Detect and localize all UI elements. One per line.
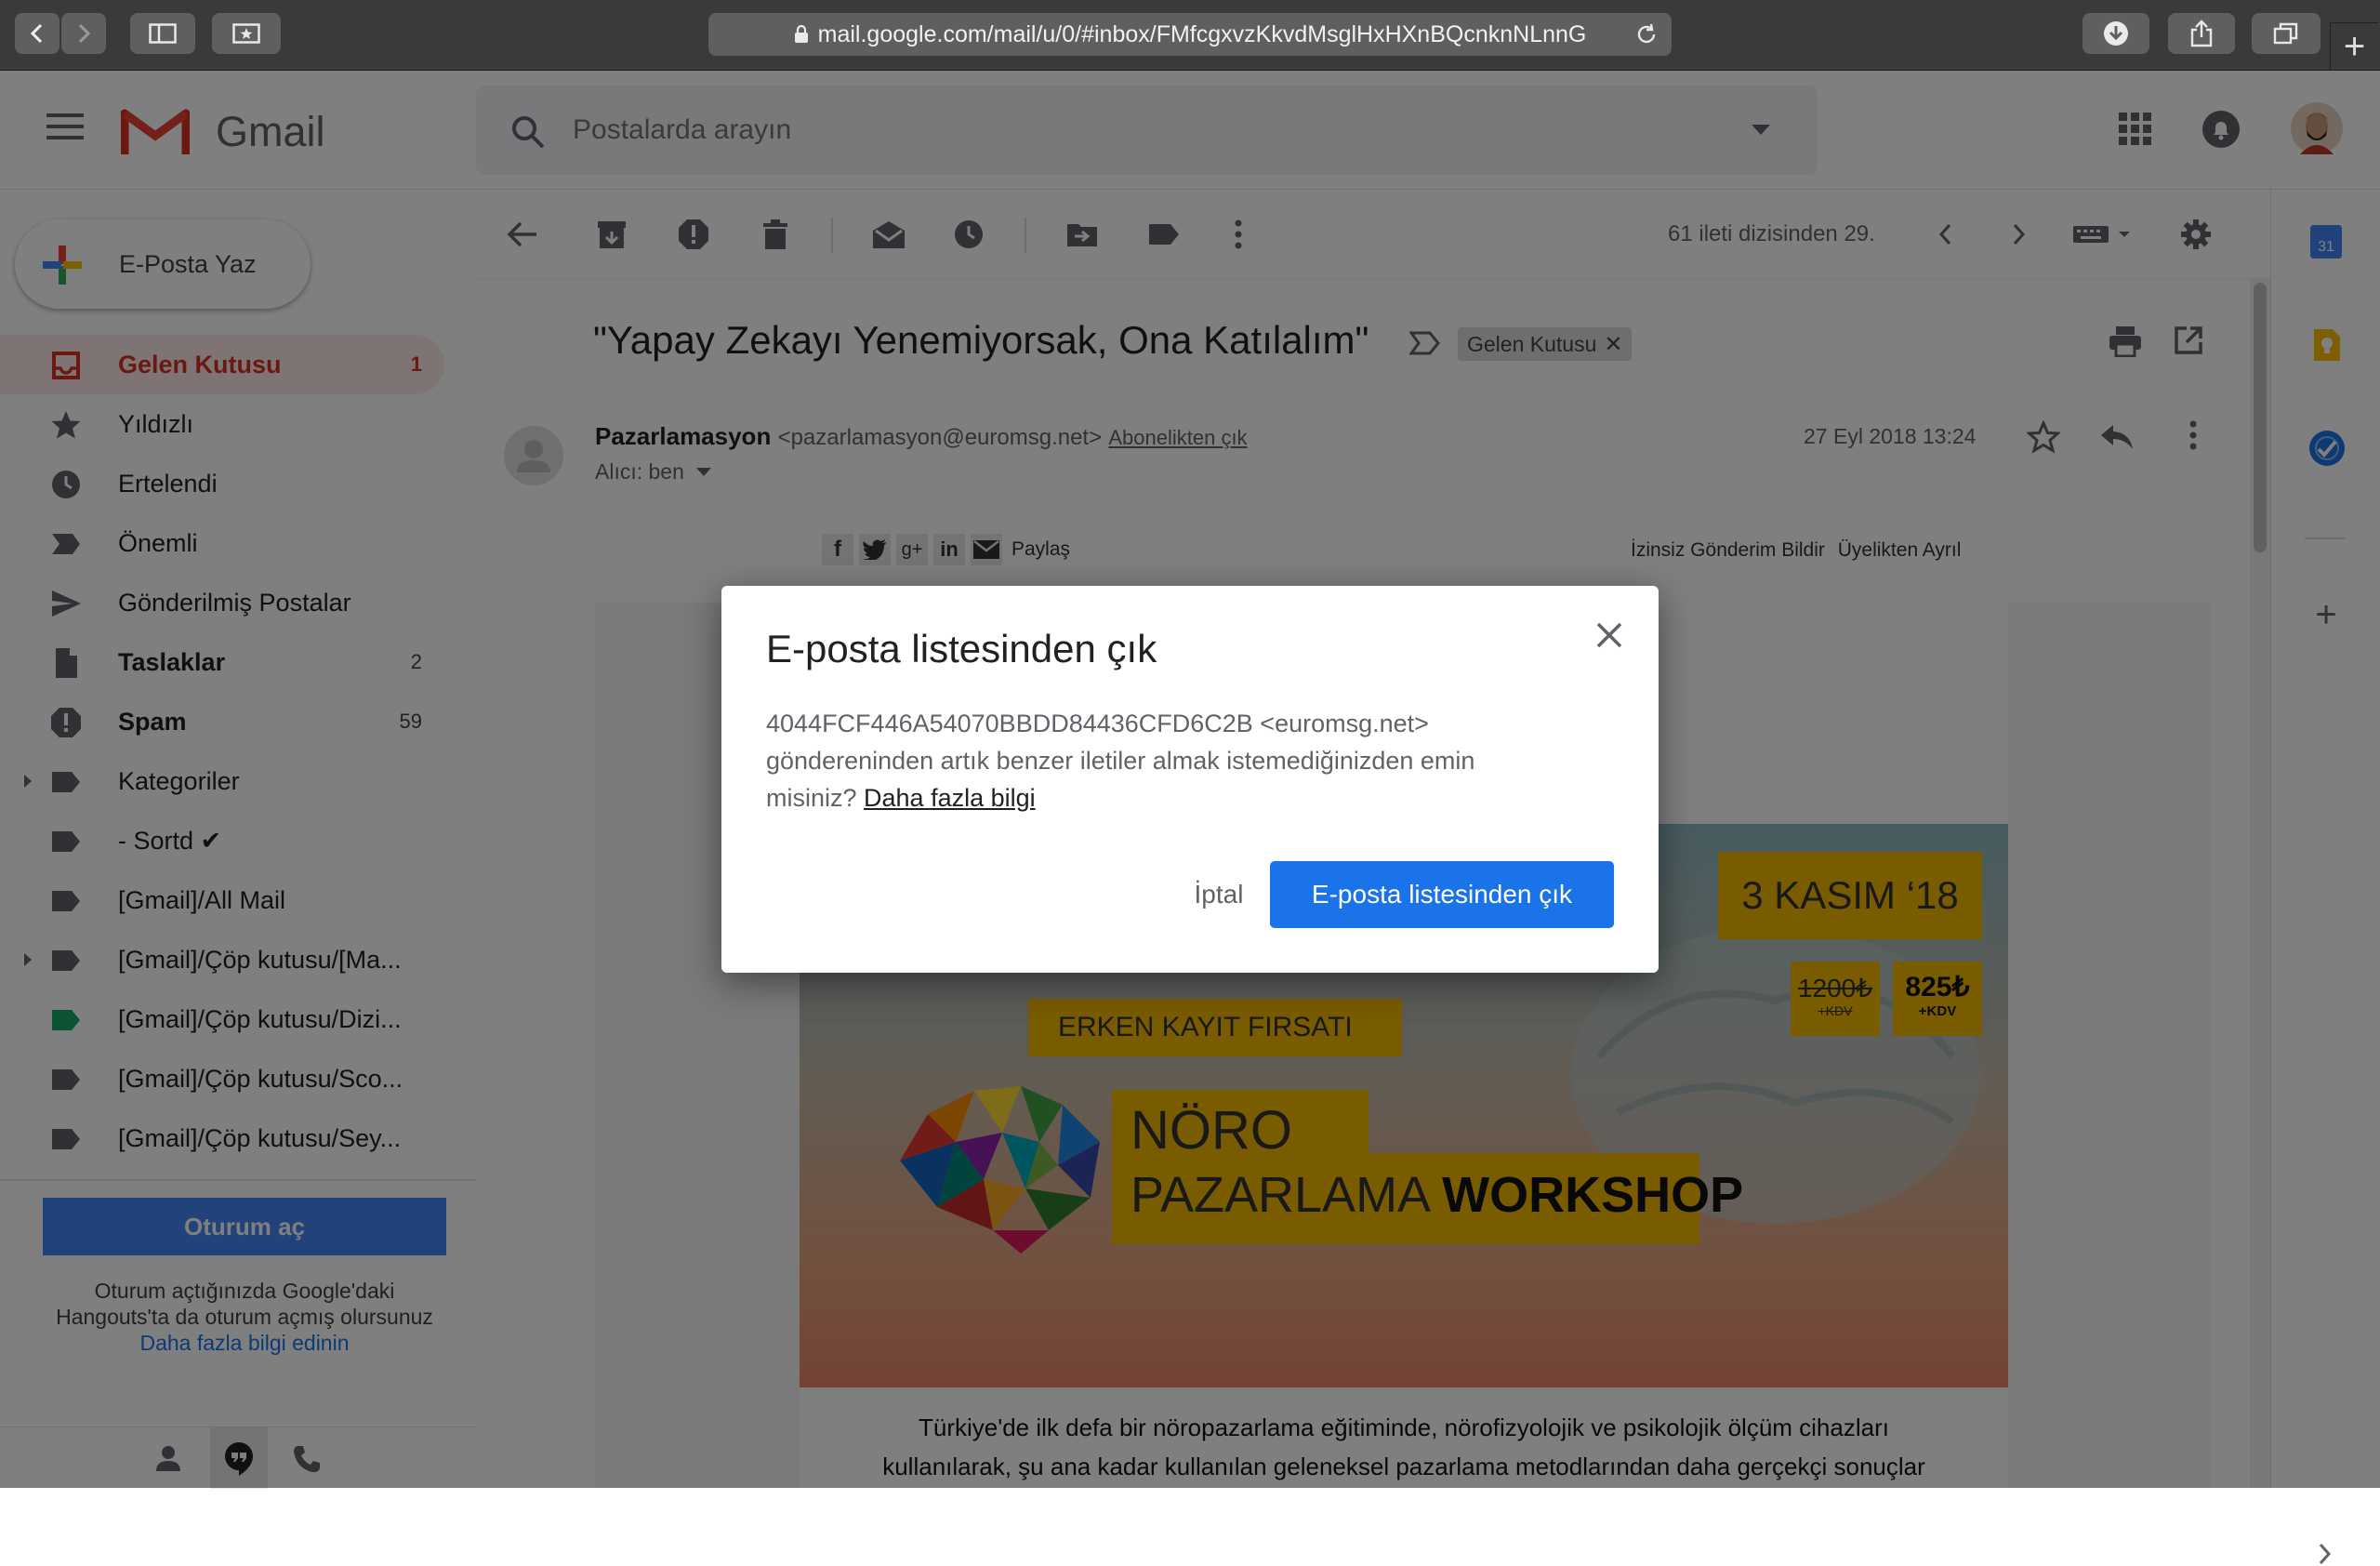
chevron-left-icon: [30, 23, 43, 44]
learn-more-link[interactable]: Daha fazla bilgi: [864, 784, 1036, 812]
favorites-button[interactable]: [212, 13, 281, 54]
new-tab-button[interactable]: +: [2330, 22, 2378, 71]
tabs-overview-button[interactable]: [2252, 13, 2320, 54]
confirm-unsubscribe-button[interactable]: E-posta listesinden çık: [1270, 861, 1614, 928]
sidebar-toggle-button[interactable]: [130, 13, 195, 54]
browser-toolbar: mail.google.com/mail/u/0/#inbox/FMfcgxvz…: [0, 0, 2380, 71]
download-icon: [2104, 21, 2128, 46]
downloads-button[interactable]: [2082, 13, 2149, 54]
unsubscribe-dialog: E-posta listesinden çık 4044FCF446A54070…: [721, 586, 1659, 973]
dialog-text-line: 4044FCF446A54070BBDD84436CFD6C2B <euroms…: [766, 710, 1429, 737]
dialog-text-line: göndereninden artık benzer iletiler alma…: [766, 747, 1475, 775]
lock-icon: [794, 25, 808, 43]
dialog-text-line: misiniz? Daha fazla bilgi: [766, 779, 1621, 816]
dialog-message: 4044FCF446A54070BBDD84436CFD6C2B <euroms…: [766, 705, 1621, 816]
share-icon: [2190, 20, 2213, 47]
cancel-button[interactable]: İptal: [1151, 861, 1287, 928]
share-button[interactable]: [2168, 13, 2235, 54]
browser-back-button[interactable]: [15, 13, 60, 54]
gmail-app: Gmail E-Posta Yaz Gelen Kutusu 1: [0, 71, 2380, 1565]
sidebar-icon: [149, 23, 177, 44]
browser-forward-button[interactable]: [61, 13, 106, 54]
chevron-right-icon: [78, 23, 91, 44]
tabs-icon: [2273, 22, 2298, 45]
expand-side-panel-icon[interactable]: [2318, 1542, 2333, 1566]
reload-icon[interactable]: [1634, 22, 1659, 46]
dialog-question: misiniz?: [766, 784, 865, 812]
dialog-title: E-posta listesinden çık: [766, 627, 1157, 670]
close-icon[interactable]: [1595, 621, 1623, 649]
star-bookmark-icon: [232, 23, 260, 44]
url-text: mail.google.com/mail/u/0/#inbox/FMfcgxvz…: [817, 20, 1587, 47]
address-bar[interactable]: mail.google.com/mail/u/0/#inbox/FMfcgxvz…: [708, 13, 1672, 56]
